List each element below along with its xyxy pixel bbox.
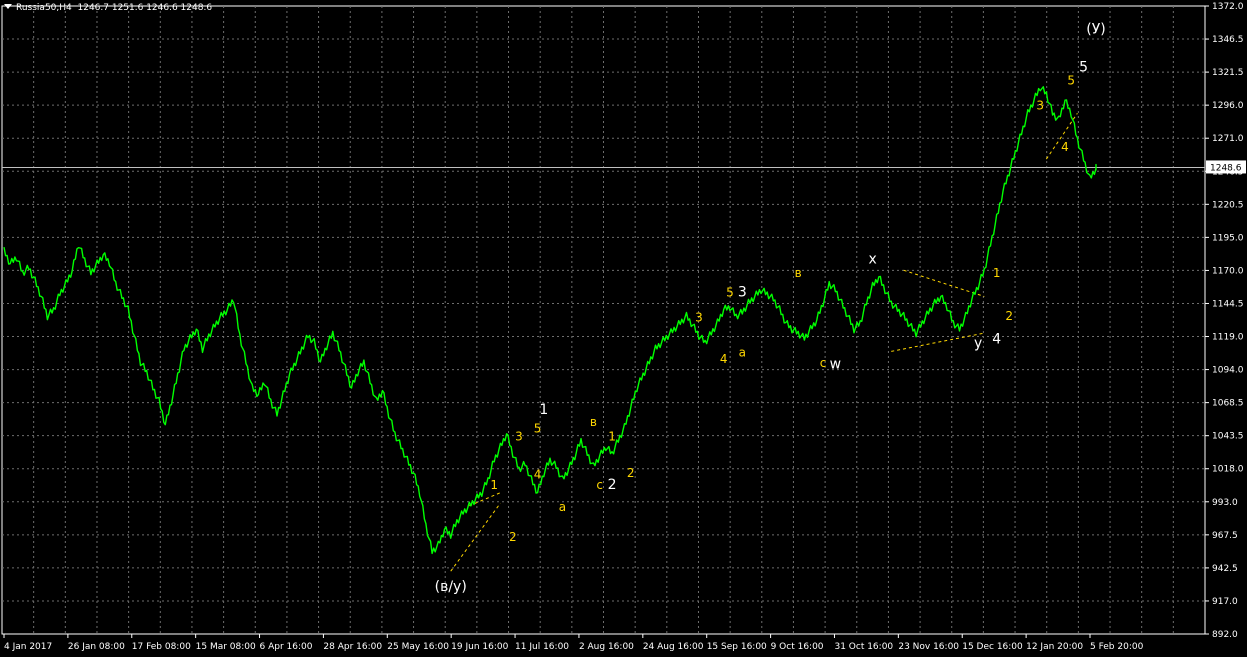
channel-line — [450, 502, 501, 572]
price-chart[interactable]: 1372.01346.51321.51296.01271.01246.51220… — [0, 0, 1247, 657]
wave-label: w — [830, 356, 841, 372]
y-tick-label: 1018.0 — [1212, 465, 1244, 475]
x-tick-label: 4 Jan 2017 — [4, 642, 52, 652]
wave-label: 5 — [1079, 59, 1088, 75]
x-tick-label: 24 Aug 16:00 — [643, 642, 704, 652]
x-tick-label: 15 Sep 16:00 — [707, 642, 767, 652]
wave-label: 5 — [726, 285, 734, 299]
x-tick-label: 19 Jun 16:00 — [451, 642, 508, 652]
y-tick-label: 1094.0 — [1212, 366, 1244, 376]
wave-label: a — [559, 500, 566, 514]
wave-label: 4 — [992, 332, 1001, 348]
wave-label: 1 — [490, 478, 498, 492]
y-tick-label: 1144.5 — [1212, 299, 1244, 309]
wave-label: 1 — [539, 402, 548, 418]
wave-label: 4 — [1061, 140, 1069, 154]
x-tick-label: 28 Apr 16:00 — [323, 642, 382, 652]
x-tick-label: 17 Feb 08:00 — [132, 642, 191, 652]
x-tick-label: 11 Jul 16:00 — [515, 642, 569, 652]
y-tick-label: 1271.0 — [1212, 134, 1244, 144]
x-tick-label: 6 Apr 16:00 — [260, 642, 313, 652]
wave-label: c — [820, 356, 827, 370]
wave-label: 3 — [1036, 98, 1044, 112]
current-price-label: 1248.6 — [1210, 163, 1242, 173]
y-tick-label: 892.0 — [1212, 630, 1238, 640]
y-tick-label: 1372.0 — [1212, 2, 1244, 12]
wave-label: y — [974, 335, 982, 351]
y-tick-label: 1220.5 — [1212, 200, 1244, 210]
y-tick-label: 942.5 — [1212, 564, 1238, 574]
x-tick-label: 12 Jan 20:00 — [1026, 642, 1083, 652]
y-tick-label: 1296.0 — [1212, 101, 1244, 111]
x-tick-label: 15 Dec 16:00 — [962, 642, 1023, 652]
wave-label: (У) — [1086, 21, 1105, 37]
wave-label: 1 — [993, 266, 1001, 280]
y-tick-label: 1346.5 — [1212, 35, 1244, 45]
x-tick-label: 9 Oct 16:00 — [771, 642, 824, 652]
x-tick-label: 23 Nov 16:00 — [898, 642, 959, 652]
wave-label: a — [739, 346, 746, 360]
wave-label: c — [596, 478, 603, 492]
channel-line — [891, 332, 985, 352]
x-tick-label: 2 Aug 16:00 — [579, 642, 634, 652]
wave-label: 2 — [509, 530, 517, 544]
wave-label: 1 — [608, 429, 616, 443]
wave-label: 2 — [627, 466, 635, 480]
wave-label: 3 — [695, 310, 703, 324]
y-tick-label: 993.0 — [1212, 498, 1238, 508]
x-tick-label: 25 May 16:00 — [387, 642, 449, 652]
y-tick-label: 1043.5 — [1212, 432, 1244, 442]
y-tick-label: 1321.5 — [1212, 68, 1244, 78]
wave-label: 3 — [738, 284, 747, 300]
wave-label: 5 — [1067, 74, 1075, 88]
wave-label: 4 — [534, 467, 542, 481]
y-tick-label: 1195.0 — [1212, 233, 1244, 243]
y-tick-label: 1119.0 — [1212, 333, 1244, 343]
wave-label: x — [868, 252, 876, 268]
price-series-line[interactable] — [3, 86, 1097, 555]
y-tick-label: 967.5 — [1212, 531, 1238, 541]
x-tick-label: 5 Feb 20:00 — [1090, 642, 1144, 652]
wave-label: 2 — [1005, 309, 1013, 323]
wave-label: в — [590, 415, 597, 429]
wave-label: 4 — [720, 352, 728, 366]
x-tick-label: 15 Mar 08:00 — [196, 642, 256, 652]
wave-label: в — [795, 266, 802, 280]
wave-label: 2 — [608, 477, 617, 493]
y-tick-label: 1068.5 — [1212, 399, 1244, 409]
wave-label: 5 — [534, 422, 542, 436]
wave-label: (в/у) — [435, 579, 467, 595]
x-tick-label: 26 Jan 08:00 — [68, 642, 125, 652]
x-tick-label: 31 Oct 16:00 — [834, 642, 893, 652]
y-tick-label: 917.0 — [1212, 597, 1238, 607]
plot-frame — [1, 5, 1206, 635]
channel-line — [903, 269, 985, 297]
wave-label: 3 — [515, 429, 523, 443]
y-tick-label: 1170.0 — [1212, 266, 1244, 276]
